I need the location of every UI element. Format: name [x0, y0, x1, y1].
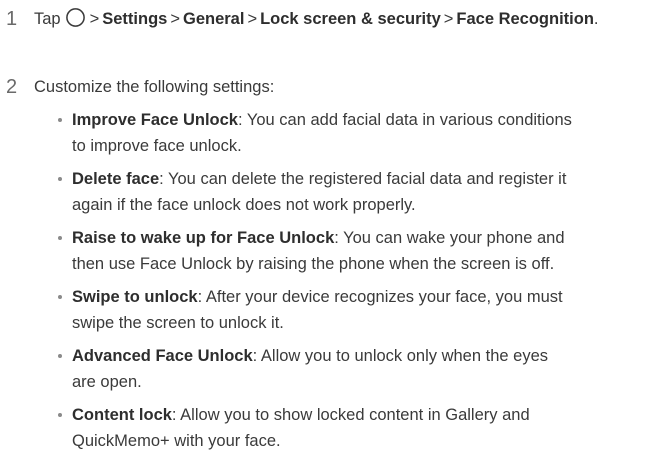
setting-description-cont: again if the face unlock does not work p…	[72, 196, 416, 214]
setting-description-cont: then use Face Unlock by raising the phon…	[72, 255, 555, 273]
list-item-swipe-to-unlock: Swipe to unlock: After your device recog…	[58, 284, 638, 336]
tap-word: Tap	[34, 10, 61, 28]
path-separator: >	[443, 10, 454, 28]
setting-description: : You can delete the registered facial d…	[159, 170, 567, 188]
list-item-raise-to-wake: Raise to wake up for Face Unlock: You ca…	[58, 225, 638, 277]
setting-description: : You can wake your phone and	[334, 229, 565, 247]
setting-term: Raise to wake up for Face Unlock	[72, 229, 335, 247]
setting-term: Advanced Face Unlock	[72, 347, 253, 365]
bullet-dot	[58, 177, 62, 181]
bullet-dot	[58, 236, 62, 240]
setting-term: Content lock	[72, 406, 172, 424]
setting-description-cont: swipe the screen to unlock it.	[72, 314, 284, 332]
instruction-page: 1 Tap > Settings > General > Lock screen & sec…	[0, 0, 647, 466]
list-item-advanced-face-unlock: Advanced Face Unlock: Allow you to unloc…	[58, 343, 638, 395]
path-settings: Settings	[102, 10, 168, 28]
setting-description-cont: QuickMemo+ with your face.	[72, 432, 281, 450]
path-separator: >	[247, 10, 258, 28]
path-separator: >	[170, 10, 180, 28]
setting-description: : After your device recognizes your face…	[197, 288, 563, 306]
path-lock-screen-security: Lock screen & security	[260, 10, 441, 28]
list-item-delete-face: Delete face: You can delete the register…	[58, 166, 638, 218]
setting-term: Swipe to unlock	[72, 288, 198, 306]
setting-description: : You can add facial data in various con…	[237, 111, 572, 129]
setting-description: : Allow you to unlock only when the eyes	[252, 347, 548, 365]
path-separator: >	[89, 10, 100, 28]
path-general: General	[182, 10, 245, 28]
bullet-dot	[58, 118, 62, 122]
setting-description: : Allow you to show locked content in Ga…	[171, 406, 530, 424]
path-face-recognition: Face Recognition	[456, 10, 594, 28]
home-circle-icon	[65, 8, 85, 27]
settings-list: Improve Face Unlock: You can add facial …	[58, 107, 638, 461]
setting-description-cont: to improve face unlock.	[72, 137, 242, 155]
bullet-dot	[58, 413, 62, 417]
setting-term: Delete face	[72, 170, 160, 188]
bullet-dot	[58, 295, 62, 299]
setting-description-cont: are open.	[72, 373, 142, 391]
step-number: 2	[6, 76, 18, 98]
step-1-period: .	[593, 10, 599, 28]
bullet-dot	[58, 354, 62, 358]
step-number: 1	[6, 8, 18, 30]
list-item-improve-face-unlock: Improve Face Unlock: You can add facial …	[58, 107, 638, 159]
step-2-text: Customize the following settings:	[34, 78, 275, 96]
setting-term: Improve Face Unlock	[72, 111, 238, 129]
list-item-content-lock: Content lock: Allow you to show locked c…	[58, 402, 638, 454]
step-1-text: Tap > Settings > General > Lock screen & secur…	[34, 6, 643, 32]
